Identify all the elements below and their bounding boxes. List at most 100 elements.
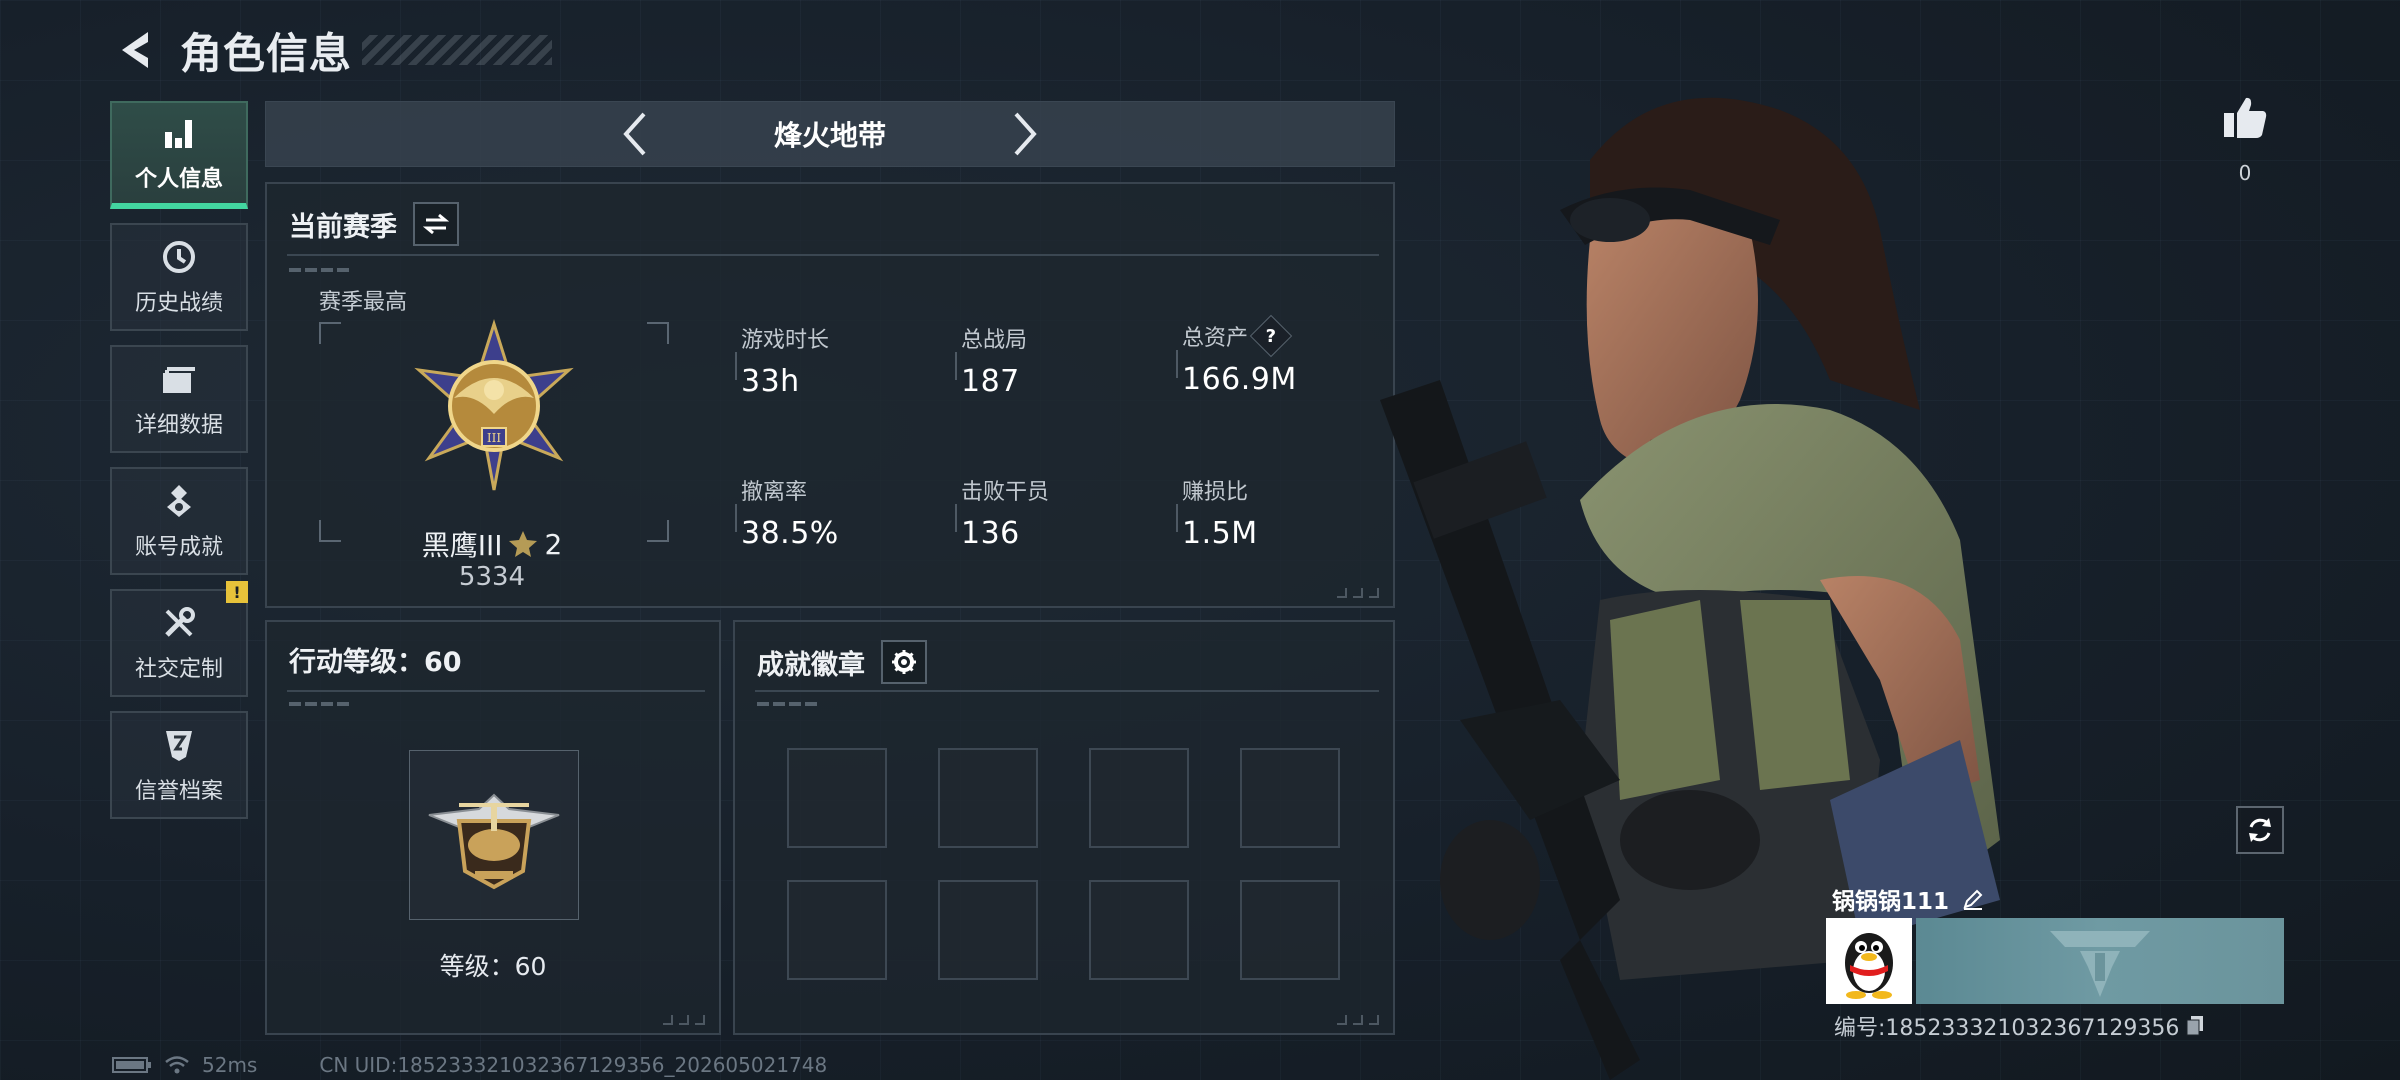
wifi-icon	[165, 1056, 189, 1074]
sidebar-item-label: 详细数据	[134, 413, 223, 438]
season-best-label: 赛季最高	[319, 290, 408, 315]
player-id: 编号:1852333210323671293​56	[1834, 1016, 2180, 1041]
achievement-slot[interactable]	[938, 748, 1038, 848]
switch-season-button[interactable]	[413, 202, 459, 246]
refresh-icon	[2249, 818, 2271, 842]
refresh-button[interactable]	[2236, 806, 2284, 854]
achievement-slot[interactable]	[1240, 880, 1340, 980]
ping-text: 52ms	[202, 1053, 258, 1077]
page-header: 角色信息	[110, 18, 553, 82]
stat-value: 38.5%	[741, 516, 839, 551]
stat-label: 击败干员	[961, 480, 1050, 505]
star-icon	[509, 531, 538, 557]
stat-value: 187	[961, 364, 1020, 399]
corner-decoration	[663, 1015, 705, 1025]
achievement-slot[interactable]	[787, 880, 887, 980]
player-banner	[1916, 918, 2284, 1004]
sidebar-item-detail-data[interactable]: 详细数据	[110, 345, 248, 453]
previous-map-button[interactable]	[605, 104, 665, 164]
action-level-title: 行动等级：60	[289, 647, 462, 678]
rank-emblem-icon: III	[414, 319, 574, 491]
bar-chart-icon	[157, 113, 201, 153]
chevron-right-icon	[1014, 112, 1037, 156]
stat-value: 166.9M	[1182, 362, 1297, 397]
stat-label: 赚损比	[1182, 480, 1249, 505]
dash-decoration	[757, 702, 821, 706]
thumbs-up-icon[interactable]	[2222, 95, 2268, 139]
rank-name-row: 黑鹰III 2	[267, 524, 717, 564]
copy-icon[interactable]	[2185, 1015, 2205, 1037]
achievement-slot[interactable]	[1240, 748, 1340, 848]
rank-name: 黑鹰III	[421, 529, 503, 562]
rank-stars: 2	[544, 527, 563, 561]
sidebar-item-history[interactable]: 历史战绩	[110, 223, 248, 331]
stat-extract-rate: 撤离率 38.5%	[735, 474, 839, 551]
sidebar-item-social-custom[interactable]: ! 社交定制	[110, 581, 248, 697]
rank-frame: III	[319, 319, 669, 542]
achievement-slot[interactable]	[1089, 880, 1189, 980]
achievement-slot[interactable]	[787, 748, 887, 848]
next-map-button[interactable]	[995, 104, 1055, 164]
page-title: 角色信息	[180, 28, 353, 78]
rank-score: 5334	[458, 562, 526, 592]
divider	[755, 690, 1379, 692]
dash-decoration	[289, 268, 353, 272]
notice-badge: !	[226, 581, 248, 603]
svg-text:III: III	[487, 431, 501, 445]
qq-penguin-avatar-icon	[1845, 933, 1893, 999]
map-selector: 烽火地带	[265, 101, 1395, 167]
season-panel: 当前赛季 赛季最高 III 黑鹰III 2 5334 游戏时长 33h 总战局	[265, 182, 1395, 608]
achievement-slot[interactable]	[1089, 748, 1189, 848]
player-name: 锅锅锅111	[1832, 889, 1950, 915]
stat-total-assets: 总资产 ? 166.9M	[1176, 314, 1297, 397]
title-stripe-decoration	[362, 35, 553, 65]
achievement-slot[interactable]	[938, 880, 1038, 980]
achievement-icon	[157, 481, 201, 521]
season-header: 当前赛季	[289, 202, 459, 246]
gear-icon	[892, 650, 916, 674]
stat-value: 33h	[741, 364, 800, 399]
stat-label: 总资产	[1182, 326, 1249, 351]
sidebar-nav: 个人信息 历史战绩 详细数据 账号成就 ! 社交定制 信誉档案	[110, 101, 248, 833]
back-button[interactable]	[110, 26, 158, 74]
sidebar-item-achievements[interactable]: 账号成就	[110, 467, 248, 575]
season-title: 当前赛季	[289, 211, 397, 243]
level-text: 等级：60	[439, 952, 547, 981]
player-name-row: 锅锅锅111	[1832, 882, 1985, 916]
achievement-title: 成就徽章	[757, 649, 865, 681]
edit-pencil-icon[interactable]	[1961, 887, 1985, 911]
stat-value: 136	[961, 516, 1020, 551]
help-button[interactable]: ?	[1249, 314, 1293, 358]
tools-icon	[157, 603, 201, 643]
avatar[interactable]	[1826, 918, 1912, 1004]
swap-arrows-icon	[423, 213, 449, 235]
helicopter-badge-icon	[428, 793, 560, 890]
achievement-settings-button[interactable]	[881, 640, 927, 684]
sidebar-item-label: 社交定制	[134, 657, 223, 682]
stat-play-time: 游戏时长 33h	[735, 322, 829, 399]
battery-icon	[112, 1057, 151, 1073]
level-badge	[409, 750, 579, 920]
action-level-panel: 行动等级：60 等级：60	[265, 620, 721, 1035]
stat-value: 1.5M	[1182, 516, 1258, 551]
faction-logo-icon	[2050, 931, 2150, 997]
achievement-grid	[787, 748, 1340, 980]
sidebar-item-label: 历史战绩	[134, 291, 223, 316]
achievement-badge-panel: 成就徽章	[733, 620, 1395, 1035]
sidebar-item-personal-info[interactable]: 个人信息	[110, 101, 248, 209]
chevron-left-icon	[623, 112, 646, 156]
stat-profit-ratio: 赚损比 1.5M	[1176, 474, 1258, 551]
credit-shield-icon	[157, 725, 201, 765]
back-arrow-icon	[122, 32, 148, 68]
folder-icon	[157, 359, 201, 399]
stat-label: 总战局	[961, 328, 1028, 353]
sidebar-item-credit-record[interactable]: 信誉档案	[110, 711, 248, 819]
like-count: 0	[2238, 161, 2252, 185]
map-name: 烽火地带	[773, 119, 886, 152]
history-clock-icon	[157, 237, 201, 277]
divider	[287, 254, 1379, 256]
player-id-row: 编号:1852333210323671293​56	[1834, 1010, 2205, 1042]
status-bar: 52ms CN UID:185233321032367129356_202605…	[112, 1052, 827, 1078]
like-section: 0	[2215, 95, 2275, 185]
stat-label: 撤离率	[741, 480, 808, 505]
